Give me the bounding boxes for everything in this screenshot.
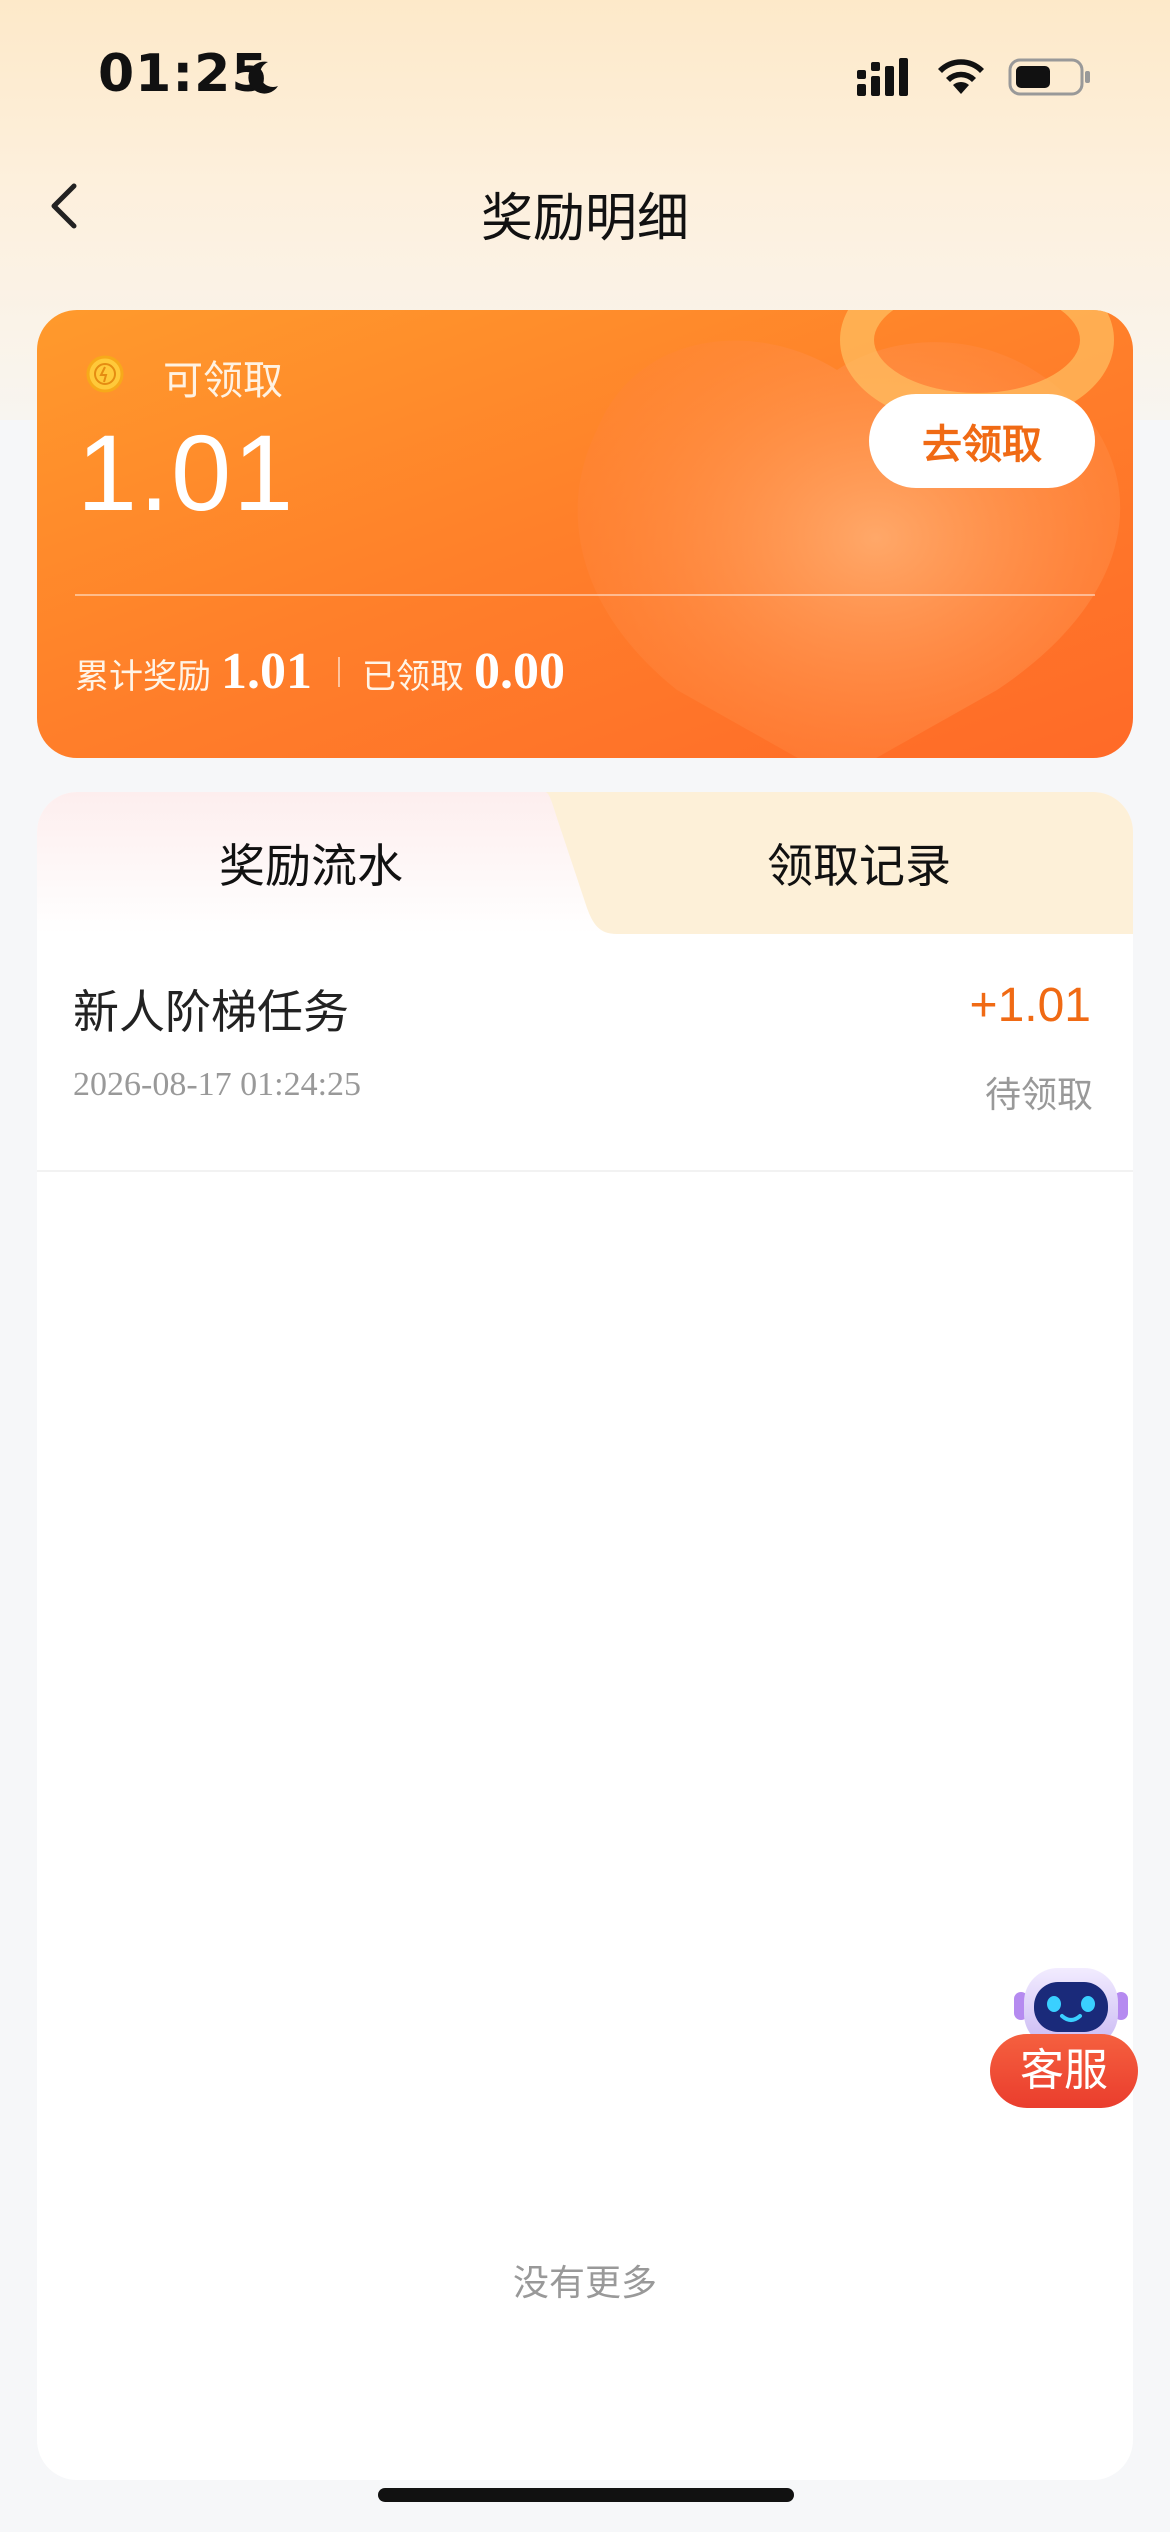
records-panel: 奖励流水 领取记录 新人阶梯任务 2026-08-17 01:24:25 +1.… bbox=[37, 792, 1133, 2480]
claimable-amount: 1.01 bbox=[77, 412, 296, 533]
stats-separator bbox=[338, 657, 340, 687]
tab-claim-records[interactable]: 领取记录 bbox=[585, 792, 1133, 934]
card-divider bbox=[75, 594, 1095, 596]
navigation-bar: 奖励明细 bbox=[0, 150, 1170, 260]
claimable-label: 可领取 bbox=[163, 358, 283, 404]
tab-reward-flow[interactable]: 奖励流水 bbox=[37, 792, 585, 934]
claim-button[interactable]: 去领取 bbox=[869, 394, 1095, 488]
list-end-text: 没有更多 bbox=[512, 2263, 657, 2304]
tab-reward-flow-label: 奖励流水 bbox=[219, 839, 403, 893]
wifi-icon bbox=[938, 59, 984, 94]
home-indicator bbox=[378, 2488, 794, 2502]
battery-icon bbox=[1008, 58, 1090, 96]
record-title: 新人阶梯任务 bbox=[73, 985, 349, 1039]
record-date: 2026-08-17 01:24:25 bbox=[73, 1066, 362, 1103]
tab-bar: 奖励流水 领取记录 bbox=[37, 792, 1133, 934]
customer-service-button[interactable]: 客服 bbox=[988, 1950, 1140, 2116]
total-reward-value: 1.01 bbox=[221, 643, 312, 700]
claimed-label: 已领取 bbox=[362, 657, 464, 697]
record-amount: +1.01 bbox=[969, 979, 1091, 1032]
record-status: 待领取 bbox=[984, 1075, 1093, 1116]
reward-stats: 累计奖励 1.01 已领取 0.00 bbox=[75, 642, 565, 702]
cellular-signal-icon bbox=[857, 58, 908, 96]
status-bar: 01:25 bbox=[0, 0, 1170, 150]
total-reward-label: 累计奖励 bbox=[75, 657, 211, 697]
reward-summary-card: 可领取 1.01 去领取 累计奖励 1.01 已领取 0.00 bbox=[37, 310, 1133, 758]
tab-claim-records-label: 领取记录 bbox=[767, 839, 951, 893]
claimed-value: 0.00 bbox=[474, 643, 565, 700]
page-title: 奖励明细 bbox=[480, 189, 689, 249]
moon-icon bbox=[248, 61, 278, 94]
coin-icon bbox=[86, 355, 124, 393]
list-item[interactable]: 新人阶梯任务 2026-08-17 01:24:25 +1.01 待领取 bbox=[37, 934, 1133, 1172]
customer-service-label: 客服 bbox=[990, 2034, 1138, 2108]
